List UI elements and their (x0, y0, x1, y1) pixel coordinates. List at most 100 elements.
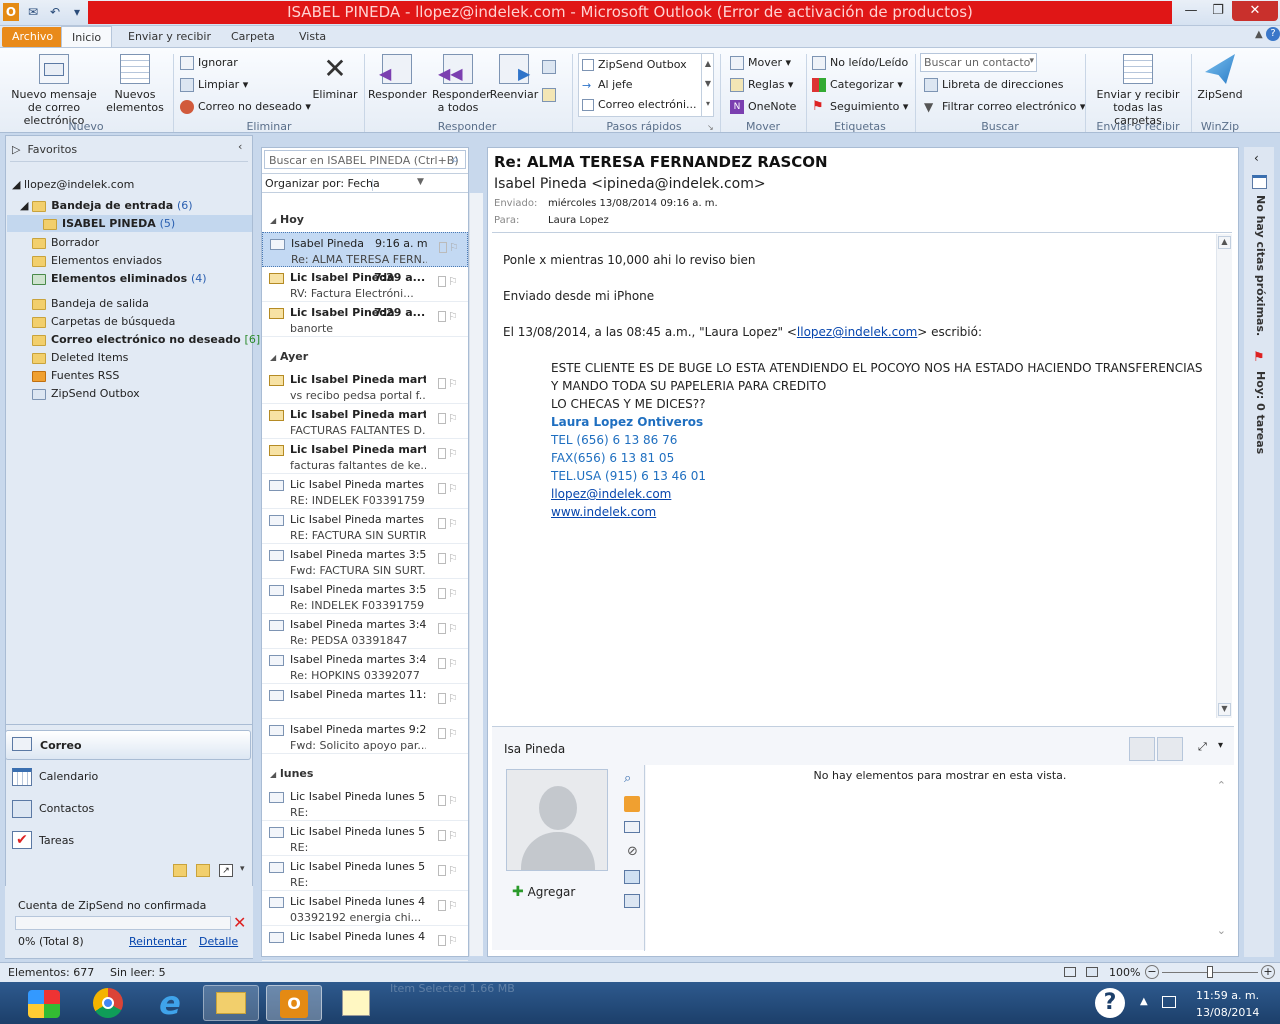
quick-step-email[interactable]: Correo electróni... (582, 98, 697, 111)
flag-icon[interactable]: ⚐ (448, 657, 460, 670)
people-avatar-small-2[interactable] (1157, 737, 1183, 761)
flag-icon[interactable]: ⚐ (448, 899, 460, 912)
delete-button[interactable]: ✕ Eliminar (310, 54, 360, 102)
search-folder-input[interactable]: Buscar en ISABEL PINEDA (Ctrl+B) (264, 150, 466, 169)
folder-borrador[interactable]: Borrador (32, 236, 99, 249)
tab-enviar-recibir[interactable]: Enviar y recibir (118, 26, 221, 48)
category-box[interactable] (438, 378, 446, 389)
flag-icon[interactable]: ⚐ (448, 482, 460, 495)
quick-steps-scroll[interactable]: ▲ ▼ ▾ (701, 54, 714, 116)
minimize-button[interactable]: — (1176, 1, 1206, 21)
folder-enviados[interactable]: Elementos enviados (32, 254, 162, 267)
flag-icon[interactable]: ⚐ (448, 447, 460, 460)
folder-no-deseado[interactable]: Correo electrónico no deseado [6] (32, 333, 260, 346)
folder-isabel-pineda[interactable]: ISABEL PINEDA (5) (7, 215, 252, 232)
message-row[interactable]: Isabel Pineda martes 3:4... Re: HOPKINS 0… (262, 649, 468, 684)
explorer-taskbar-button[interactable] (203, 985, 259, 1021)
folders-shortcut-icon[interactable] (196, 864, 210, 877)
people-mail-icon[interactable] (624, 821, 640, 833)
unread-read-button[interactable]: No leído/Leído (812, 56, 908, 70)
categorize-button[interactable]: Categorizar ▾ (812, 78, 903, 92)
address-book-button[interactable]: Libreta de direcciones (924, 78, 1063, 92)
quick-steps-launcher-icon[interactable]: ↘ (707, 123, 714, 132)
clock-time[interactable]: 11:59 a. m. (1196, 989, 1259, 1002)
favorites-header[interactable]: ▷ Favoritos (12, 143, 77, 156)
account-header[interactable]: ◢ llopez@indelek.com (12, 178, 134, 191)
people-chevron-icon[interactable]: ▾ (1218, 740, 1223, 751)
category-box[interactable] (438, 728, 446, 739)
signature-email-link[interactable]: llopez@indelek.com (551, 487, 671, 501)
list-group-header[interactable]: ◢ Hoy (270, 213, 304, 226)
nav-tareas-button[interactable]: Tareas (5, 826, 251, 856)
message-row[interactable]: Isabel Pineda martes 9:2... Fwd: Solicito… (262, 719, 468, 754)
category-box[interactable] (438, 795, 446, 806)
help-icon[interactable]: ? (1266, 27, 1280, 41)
category-box[interactable] (438, 553, 446, 564)
flag-icon[interactable]: ⚐ (448, 864, 460, 877)
category-box[interactable] (439, 242, 447, 253)
flag-icon[interactable]: ⚐ (448, 727, 460, 740)
maximize-button[interactable]: ❐ (1203, 1, 1233, 21)
ribbon-collapse-icon[interactable]: ▲ (1255, 29, 1263, 40)
category-box[interactable] (438, 413, 446, 424)
reading-view-icon[interactable] (1086, 967, 1098, 977)
search-contact-input[interactable]: Buscar un contacto ▾ (920, 53, 1037, 72)
reply-all-button[interactable]: ◀◀ Responder a todos (428, 54, 491, 114)
send-receive-quick-icon[interactable]: ✉ (24, 3, 42, 21)
flag-icon[interactable]: ⚐ (448, 692, 460, 705)
people-avatar-small-1[interactable] (1129, 737, 1155, 761)
onenote-button[interactable]: N OneNote (730, 100, 796, 114)
flag-icon[interactable]: ⚐ (448, 517, 460, 530)
filter-email-button[interactable]: ▼ Filtrar correo electrónico ▾ (924, 100, 1085, 114)
followup-button[interactable]: ⚑ Seguimiento ▾ (812, 100, 908, 114)
ie-taskbar-button[interactable]: e (142, 985, 198, 1021)
expand-icon[interactable]: ⤢ (1198, 740, 1207, 754)
close-button[interactable]: ✕ (1232, 1, 1278, 21)
folder-salida[interactable]: Bandeja de salida (32, 297, 149, 310)
category-box[interactable] (438, 623, 446, 634)
undo-icon[interactable]: ↶ (46, 3, 64, 21)
flag-icon[interactable]: ⚐ (448, 412, 460, 425)
message-row[interactable]: Lic Isabel Pineda martes... FACTURAS FALT… (262, 404, 468, 439)
quick-step-zipsend[interactable]: ZipSend Outbox (582, 58, 687, 71)
message-row[interactable]: Isabel Pineda 9:16 a. m. Re: ALMA TERESA … (262, 232, 468, 267)
zipsend-retry-link[interactable]: Reintentar (129, 935, 187, 948)
chrome-taskbar-button[interactable] (80, 985, 136, 1021)
folder-eliminados[interactable]: Elementos eliminados (4) (32, 272, 207, 285)
meeting-reply-icon[interactable] (542, 60, 556, 74)
add-contact-button[interactable]: ✚ Agregar (512, 884, 575, 900)
folder-zipsend-outbox[interactable]: ZipSend Outbox (32, 387, 140, 400)
search-icon[interactable]: ⌕ (452, 152, 466, 166)
reply-button[interactable]: ◀ Responder (368, 54, 427, 101)
category-box[interactable] (438, 276, 446, 287)
ignore-button[interactable]: Ignorar (180, 56, 238, 70)
zipsend-cancel-icon[interactable]: ✕ (233, 913, 246, 932)
message-row[interactable]: Lic Isabel Pineda lunes 4... 03392192 ene… (262, 891, 468, 926)
move-button[interactable]: Mover ▾ (730, 56, 791, 70)
forward-button[interactable]: ▶ Reenviar (488, 54, 540, 101)
signature-web-link[interactable]: www.indelek.com (551, 505, 656, 519)
message-row[interactable]: Lic Isabel Pineda martes ... RE: INDELEK … (262, 474, 468, 509)
notes-shortcut-icon[interactable] (173, 864, 187, 877)
folder-deleted-items[interactable]: Deleted Items (32, 351, 128, 364)
junk-button[interactable]: Correo no deseado ▾ (180, 100, 311, 114)
category-box[interactable] (438, 483, 446, 494)
message-row[interactable]: Lic Isabel Pineda lunes 5... RE: ⚐ (262, 856, 468, 891)
app-taskbar-button[interactable] (328, 985, 384, 1021)
todo-appointments-text[interactable]: No hay citas próximas. (1254, 195, 1267, 336)
flag-icon[interactable]: ⚐ (448, 934, 460, 947)
flag-icon[interactable]: ⚐ (448, 377, 460, 390)
flag-icon[interactable]: ⚐ (448, 310, 460, 323)
flag-icon[interactable]: ⚐ (448, 275, 460, 288)
flag-icon[interactable]: ⚐ (448, 622, 460, 635)
new-items-button[interactable]: Nuevos elementos (104, 54, 166, 114)
category-box[interactable] (438, 311, 446, 322)
category-box[interactable] (438, 900, 446, 911)
todo-expand-icon[interactable]: ‹ (1254, 151, 1259, 165)
flag-icon[interactable]: ⚐ (448, 794, 460, 807)
more-responses-icon[interactable] (542, 88, 556, 102)
zoom-out-icon[interactable]: − (1145, 965, 1159, 979)
rules-button[interactable]: Reglas ▾ (730, 78, 793, 92)
outlook-taskbar-button[interactable]: O (266, 985, 322, 1021)
category-box[interactable] (438, 830, 446, 841)
